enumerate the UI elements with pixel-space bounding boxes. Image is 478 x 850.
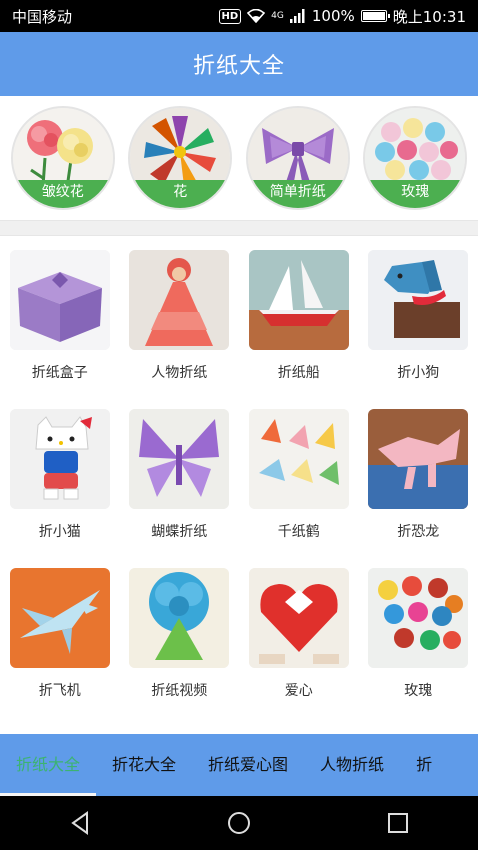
featured-categories: 皱纹花 花 简单折纸 玫瑰 <box>0 96 478 220</box>
tab-heart-origami[interactable]: 折纸爱心图 <box>192 734 304 796</box>
grid-item-people[interactable]: 人物折纸 <box>120 250 240 409</box>
paper-dog-image <box>368 250 469 350</box>
grid-item-video[interactable]: 折纸视频 <box>120 568 240 727</box>
paper-dinosaur-image <box>368 409 469 509</box>
grid-item-dinosaur[interactable]: 折恐龙 <box>359 409 478 568</box>
grid-item-boat[interactable]: 折纸船 <box>239 250 359 409</box>
network-type: 4G <box>271 11 284 21</box>
paper-tree-image <box>129 568 230 668</box>
featured-label: 简单折纸 <box>247 180 348 208</box>
back-triangle-icon <box>70 811 88 835</box>
recents-square-icon <box>388 813 409 833</box>
tab-more-partial[interactable]: 折 <box>400 734 448 796</box>
grid-item-dog[interactable]: 折小狗 <box>359 250 478 409</box>
paper-box-image <box>9 250 110 350</box>
hd-icon: HD <box>218 8 242 24</box>
paper-heart-image <box>248 568 349 668</box>
grid-item-heart[interactable]: 爱心 <box>239 568 359 727</box>
grid-item-plane[interactable]: 折飞机 <box>0 568 120 727</box>
tab-flower-folding[interactable]: 折花大全 <box>96 734 192 796</box>
grid-item-rose[interactable]: 玫瑰 <box>359 568 478 727</box>
grid-item-box[interactable]: 折纸盒子 <box>0 250 120 409</box>
system-nav-bar <box>0 796 478 850</box>
grid-item-label: 爱心 <box>284 683 313 699</box>
carrier-label: 中国移动 <box>12 7 73 26</box>
paper-boat-image <box>248 250 349 350</box>
category-grid: 折纸盒子 人物折纸 折纸船 折小狗 折小猫 蝴蝶折纸 千纸鹤 折恐龙 折飞机 折… <box>0 236 478 734</box>
grid-item-label: 折纸视频 <box>151 683 208 699</box>
grid-item-label: 千纸鹤 <box>277 524 320 540</box>
home-circle-icon <box>227 812 250 834</box>
tab-origami-all[interactable]: 折纸大全 <box>0 734 97 796</box>
tab-people-origami[interactable]: 人物折纸 <box>304 734 400 796</box>
featured-item-carnation[interactable]: 皱纹花 <box>10 106 115 210</box>
featured-item-flower[interactable]: 花 <box>128 106 233 210</box>
battery-percent: 100% <box>311 7 355 25</box>
featured-label: 皱纹花 <box>12 180 113 208</box>
paper-cat-image <box>9 409 110 509</box>
section-divider <box>0 220 478 236</box>
grid-item-label: 蝴蝶折纸 <box>151 524 208 540</box>
app-bar: 折纸大全 <box>0 32 478 96</box>
back-button[interactable] <box>50 803 110 843</box>
featured-item-rose[interactable]: 玫瑰 <box>363 106 468 210</box>
home-button[interactable] <box>209 803 269 843</box>
status-icons: HD 4G 100% 晚上10:31 <box>218 6 466 27</box>
clock: 晚上10:31 <box>392 7 466 26</box>
featured-item-simple-origami[interactable]: 简单折纸 <box>245 106 350 210</box>
grid-item-label: 人物折纸 <box>151 365 208 381</box>
grid-item-crane[interactable]: 千纸鹤 <box>239 409 359 568</box>
grid-item-label: 折小猫 <box>38 524 81 540</box>
paper-butterfly-image <box>129 409 230 509</box>
featured-label: 花 <box>130 180 231 208</box>
paper-rose-bouquet-image <box>368 568 469 668</box>
recents-button[interactable] <box>368 803 428 843</box>
signal-icon <box>289 9 305 23</box>
paper-doll-image <box>129 250 230 350</box>
grid-item-label: 玫瑰 <box>404 683 433 699</box>
grid-item-butterfly[interactable]: 蝴蝶折纸 <box>120 409 240 568</box>
grid-item-label: 折恐龙 <box>397 524 440 540</box>
grid-item-cat[interactable]: 折小猫 <box>0 409 120 568</box>
battery-icon <box>360 10 390 22</box>
paper-plane-image <box>9 568 110 668</box>
page-title: 折纸大全 <box>192 54 285 79</box>
grid-item-label: 折纸船 <box>277 365 320 381</box>
bottom-tab-bar: 折纸大全 折花大全 折纸爱心图 人物折纸 折 <box>0 734 478 796</box>
status-bar: 中国移动 HD 4G 100% 晚上10:31 <box>0 0 478 32</box>
paper-crane-image <box>248 409 349 509</box>
featured-label: 玫瑰 <box>365 180 466 208</box>
grid-item-label: 折飞机 <box>38 683 81 699</box>
grid-item-label: 折小狗 <box>397 365 440 381</box>
wifi-icon <box>247 9 266 23</box>
grid-item-label: 折纸盒子 <box>31 365 88 381</box>
